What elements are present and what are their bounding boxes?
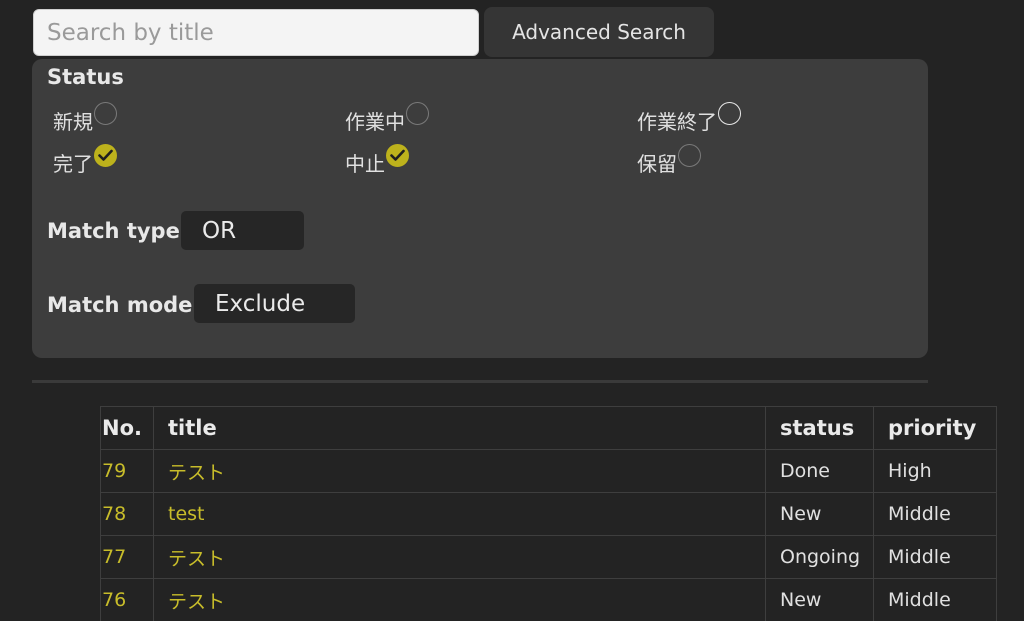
status-option-label: 作業中 (345, 110, 405, 134)
status-option-label: 新規 (53, 110, 93, 134)
status-option-completed[interactable]: 完了 (53, 144, 117, 177)
row-title-link[interactable]: test (153, 492, 766, 536)
column-header-no[interactable]: No. (100, 406, 154, 450)
row-title-link[interactable]: テスト (153, 449, 766, 493)
filter-panel: Status 新規 作業中 作業終了 完了 中止 保留 Match type O… (32, 59, 928, 358)
row-priority: Middle (873, 535, 997, 579)
results-table: No. title status priority 79 テスト Done Hi… (100, 406, 997, 621)
row-status: Done (765, 449, 874, 493)
radio-unchecked-icon[interactable] (678, 144, 701, 167)
status-option-new[interactable]: 新規 (53, 102, 117, 135)
row-number-link[interactable]: 76 (100, 578, 154, 621)
row-title-link[interactable]: テスト (153, 578, 766, 621)
radio-unchecked-icon[interactable] (718, 102, 741, 125)
status-option-in-progress[interactable]: 作業中 (345, 102, 429, 135)
match-mode-select[interactable]: Exclude (194, 284, 355, 323)
column-header-priority[interactable]: priority (873, 406, 997, 450)
match-mode-label: Match mode (47, 293, 193, 317)
advanced-search-button[interactable]: Advanced Search (484, 7, 714, 57)
row-status: Ongoing (765, 535, 874, 579)
row-number-link[interactable]: 77 (100, 535, 154, 579)
status-option-label: 完了 (53, 152, 93, 176)
match-type-select[interactable]: OR (181, 211, 304, 250)
row-status: New (765, 578, 874, 621)
status-heading: Status (47, 65, 124, 89)
status-option-label: 中止 (345, 152, 385, 176)
row-priority: Middle (873, 578, 997, 621)
row-number-link[interactable]: 79 (100, 449, 154, 493)
match-type-label: Match type (47, 219, 180, 243)
column-header-status[interactable]: status (765, 406, 874, 450)
column-header-title[interactable]: title (153, 406, 766, 450)
status-option-work-finished[interactable]: 作業終了 (637, 102, 741, 135)
status-option-label: 作業終了 (637, 110, 717, 134)
search-input[interactable] (33, 9, 479, 56)
table-row[interactable]: 76 テスト New Middle (100, 578, 997, 621)
row-title-link[interactable]: テスト (153, 535, 766, 579)
checkmark-icon[interactable] (94, 144, 117, 167)
table-header-row: No. title status priority (100, 406, 997, 450)
table-row[interactable]: 79 テスト Done High (100, 449, 997, 493)
radio-unchecked-icon[interactable] (406, 102, 429, 125)
row-priority: Middle (873, 492, 997, 536)
table-row[interactable]: 78 test New Middle (100, 492, 997, 536)
row-number-link[interactable]: 78 (100, 492, 154, 536)
divider (32, 380, 928, 383)
status-option-label: 保留 (637, 152, 677, 176)
row-priority: High (873, 449, 997, 493)
status-option-on-hold[interactable]: 保留 (637, 144, 701, 177)
row-status: New (765, 492, 874, 536)
status-option-cancelled[interactable]: 中止 (345, 144, 409, 177)
checkmark-icon[interactable] (386, 144, 409, 167)
radio-unchecked-icon[interactable] (94, 102, 117, 125)
table-row[interactable]: 77 テスト Ongoing Middle (100, 535, 997, 579)
